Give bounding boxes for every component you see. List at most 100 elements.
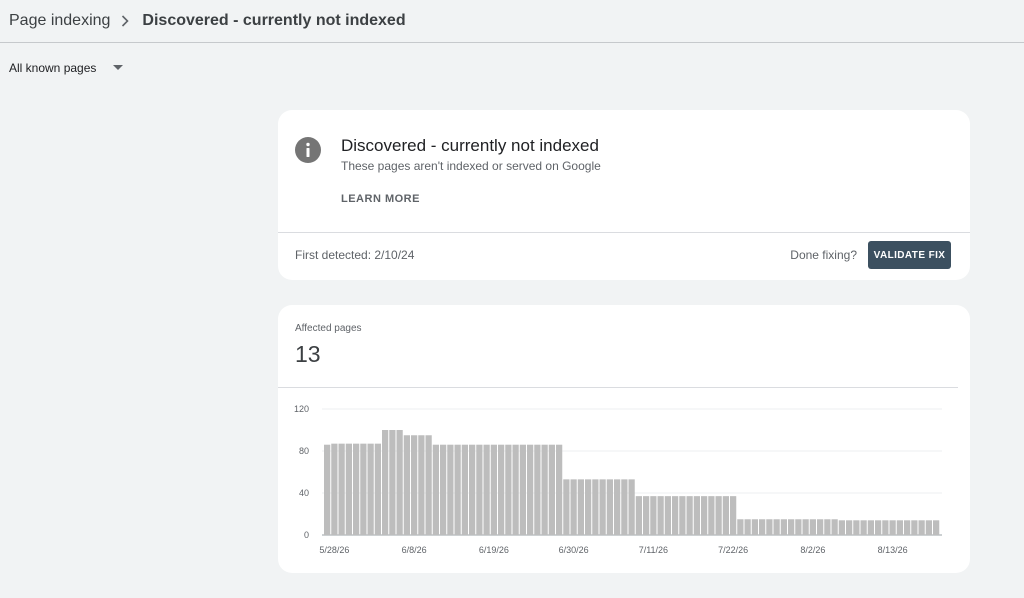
- chart-bar: [440, 444, 447, 535]
- chart-bar: [759, 519, 766, 535]
- chart-bar: [853, 520, 860, 535]
- chart-bar: [715, 496, 722, 535]
- chart-bar: [766, 519, 773, 535]
- x-tick-label: 7/22/26: [718, 545, 748, 555]
- page-header: Page indexing Discovered - currently not…: [0, 0, 1024, 43]
- chart-bar: [875, 520, 882, 535]
- caret-down-icon: [113, 65, 124, 71]
- chart-bar: [882, 520, 889, 535]
- chart-bar: [403, 435, 410, 535]
- y-tick-label: 0: [304, 530, 309, 540]
- y-tick-label: 120: [294, 404, 309, 414]
- chart-bar: [599, 479, 606, 535]
- chart-bar: [432, 444, 439, 535]
- pages-filter-dropdown[interactable]: All known pages: [9, 59, 124, 77]
- chart-bar: [570, 479, 577, 535]
- chart-bar: [331, 443, 338, 535]
- done-fixing-label: Done fixing?: [790, 248, 857, 262]
- page-title: Discovered - currently not indexed: [142, 12, 406, 29]
- chart-bar: [846, 520, 853, 535]
- chart-bar: [606, 479, 613, 535]
- chart-bar: [505, 444, 512, 535]
- y-tick-label: 80: [299, 446, 309, 456]
- chart-bar: [396, 430, 403, 535]
- chart-bar: [541, 444, 548, 535]
- chart-bar: [933, 520, 940, 535]
- issue-description: These pages aren't indexed or served on …: [341, 159, 601, 173]
- chart-bar: [831, 519, 838, 535]
- chart-bar: [824, 519, 831, 535]
- x-tick-label: 8/2/26: [800, 545, 825, 555]
- affected-pages-chart: 0 40 80 120 5/28/26 6/8/26 6/19/26 6/30/26 7/11/…: [294, 404, 942, 555]
- chart-bar: [672, 496, 679, 535]
- chart-bar: [563, 479, 570, 535]
- affected-pages-label: Affected pages: [295, 323, 362, 334]
- chart-bar: [461, 444, 468, 535]
- chart-bar: [860, 520, 867, 535]
- chart-bar: [628, 479, 635, 535]
- y-tick-label: 40: [299, 488, 309, 498]
- chart-bar: [498, 444, 505, 535]
- validate-fix-button[interactable]: VALIDATE FIX: [868, 241, 951, 269]
- x-tick-label: 8/13/26: [878, 545, 908, 555]
- issue-title: Discovered - currently not indexed: [341, 136, 599, 155]
- x-tick-label: 6/30/26: [559, 545, 589, 555]
- chart-bar: [918, 520, 925, 535]
- affected-pages-count: 13: [295, 341, 321, 367]
- chart-bar: [585, 479, 592, 535]
- chart-bar: [621, 479, 628, 535]
- affected-pages-card: Affected pages 13 0 40 80 120 5/28/26 6/8/26 6…: [278, 305, 970, 573]
- chart-bar: [324, 444, 331, 535]
- chart-bar: [382, 430, 389, 535]
- chart-bar: [527, 444, 534, 535]
- chart-bar: [802, 519, 809, 535]
- x-tick-label: 6/19/26: [479, 545, 509, 555]
- chart-bar: [411, 435, 418, 535]
- chart-bar: [780, 519, 787, 535]
- chart-bar: [737, 519, 744, 535]
- chart-bar: [679, 496, 686, 535]
- chart-bar: [592, 479, 599, 535]
- chart-bar: [701, 496, 708, 535]
- chevron-right-icon: [121, 15, 130, 27]
- chart-bar: [795, 519, 802, 535]
- chart-bar: [896, 520, 903, 535]
- chart-bar: [338, 443, 345, 535]
- x-tick-label: 5/28/26: [319, 545, 349, 555]
- divider: [278, 232, 970, 233]
- chart-bar: [476, 444, 483, 535]
- chart-bar: [374, 443, 381, 535]
- chart-bar: [367, 443, 374, 535]
- chart-bar: [643, 496, 650, 535]
- chart-bar: [614, 479, 621, 535]
- chart-bar: [519, 444, 526, 535]
- issue-details-card: Discovered - currently not indexed These…: [278, 110, 970, 280]
- first-detected-text: First detected: 2/10/24: [295, 248, 415, 262]
- chart-bar: [556, 444, 563, 535]
- breadcrumb-page-indexing[interactable]: Page indexing: [9, 12, 110, 30]
- chart-bar: [730, 496, 737, 535]
- chart-bar: [389, 430, 396, 535]
- chart-bar: [889, 520, 896, 535]
- chart-bar: [686, 496, 693, 535]
- chart-bar: [490, 444, 497, 535]
- x-tick-label: 6/8/26: [402, 545, 427, 555]
- chart-bar: [773, 519, 780, 535]
- chart-bar: [838, 520, 845, 535]
- chart-bar: [751, 519, 758, 535]
- chart-bar: [664, 496, 671, 535]
- chart-bar: [454, 444, 461, 535]
- chart-bar: [817, 519, 824, 535]
- chart-bar: [418, 435, 425, 535]
- chart-bar: [425, 435, 432, 535]
- chart-bar: [483, 444, 490, 535]
- chart-bar: [345, 443, 352, 535]
- learn-more-link[interactable]: LEARN MORE: [341, 193, 420, 205]
- chart-bar: [904, 520, 911, 535]
- chart-bar: [657, 496, 664, 535]
- chart-bar: [744, 519, 751, 535]
- divider: [278, 387, 958, 388]
- chart-bar: [788, 519, 795, 535]
- chart-bar: [360, 443, 367, 535]
- filter-selected-value: All known pages: [9, 61, 97, 75]
